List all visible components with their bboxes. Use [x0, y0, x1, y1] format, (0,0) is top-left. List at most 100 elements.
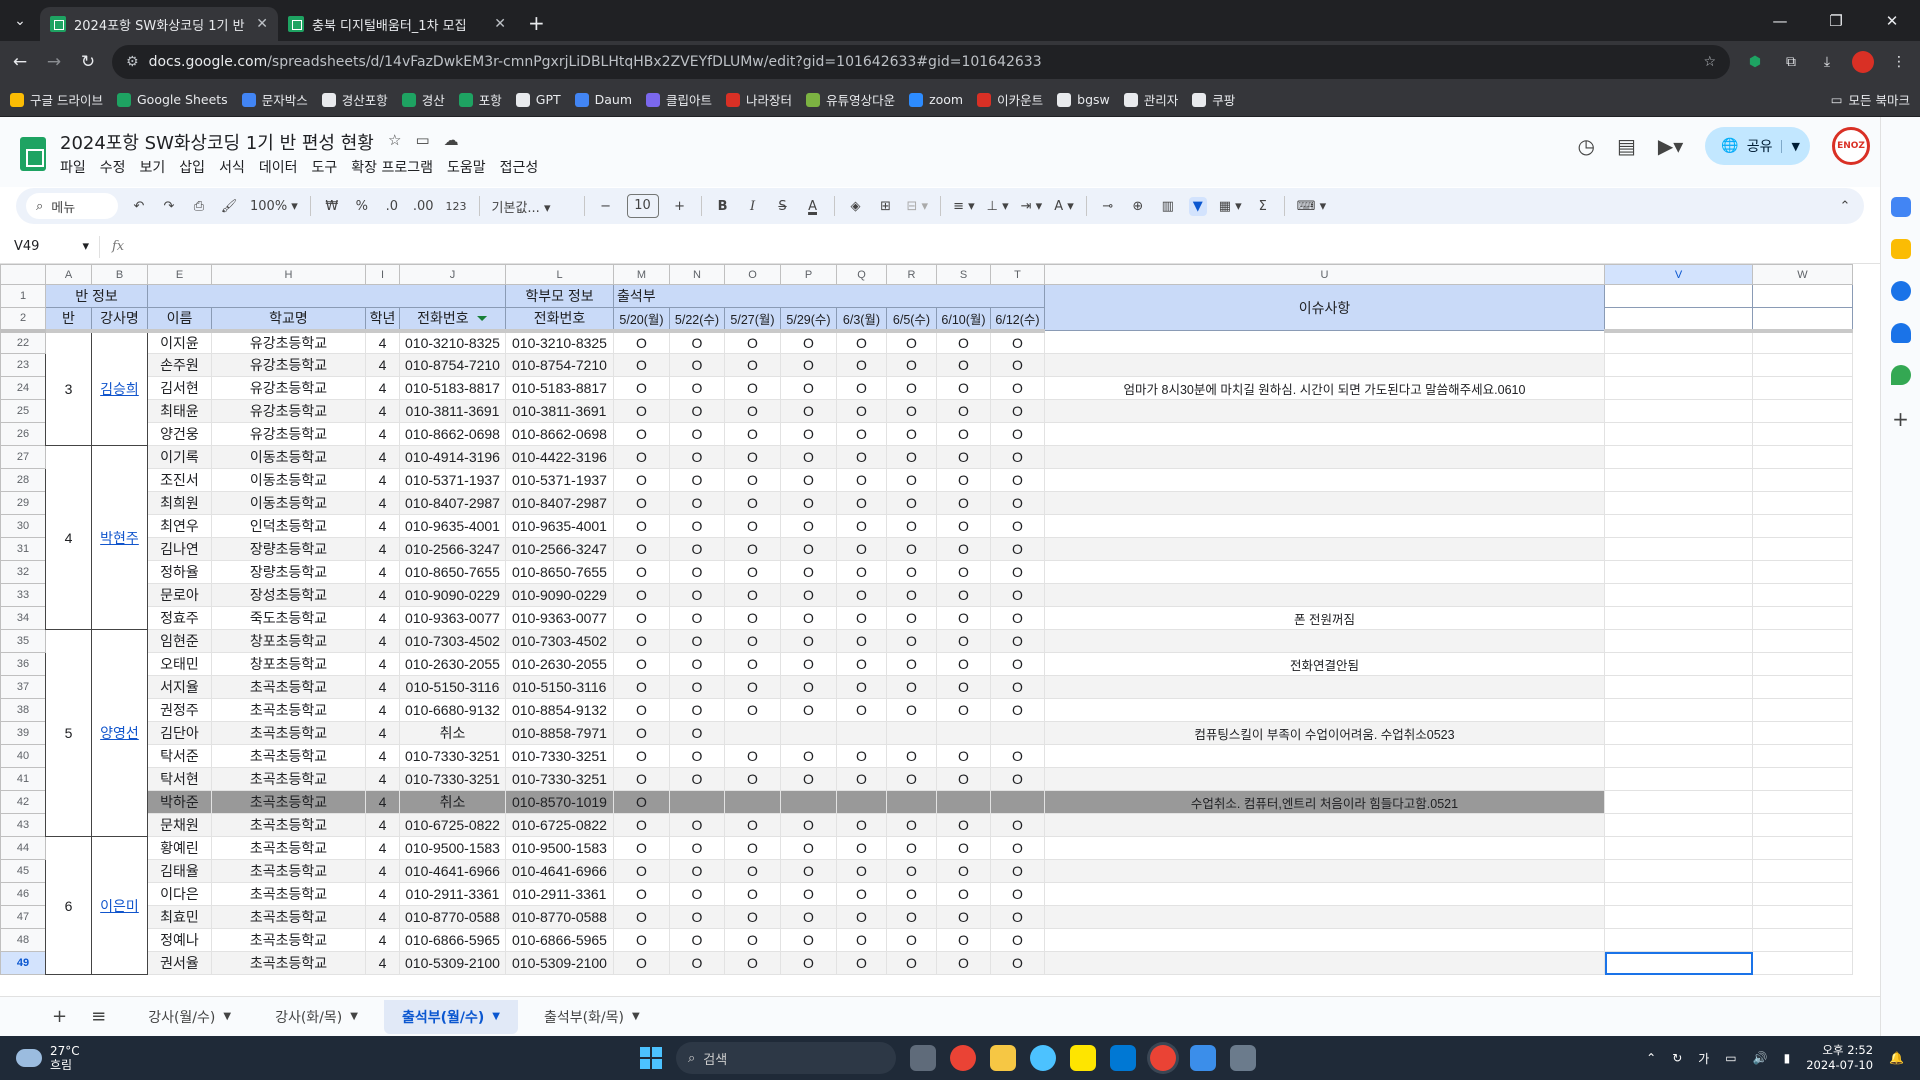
column-header[interactable]: V: [1604, 264, 1753, 285]
attendance-cell[interactable]: O: [836, 514, 887, 538]
row-number[interactable]: 42: [0, 790, 46, 814]
issue-cell[interactable]: [1044, 537, 1605, 561]
issue-cell[interactable]: [1044, 951, 1605, 975]
attendance-cell[interactable]: O: [936, 583, 991, 607]
school-name-cell[interactable]: 초곡초등학교: [211, 882, 366, 906]
strikethrough-button[interactable]: S: [774, 199, 792, 214]
school-name-cell[interactable]: 장성초등학교: [211, 583, 366, 607]
attendance-cell[interactable]: O: [886, 422, 937, 446]
parent-phone-cell[interactable]: 010-8858-7971: [505, 721, 614, 745]
attendance-cell[interactable]: O: [613, 330, 670, 354]
decrease-font-size-icon[interactable]: −: [597, 199, 615, 214]
attendance-cell[interactable]: O: [936, 905, 991, 929]
attendance-cell[interactable]: O: [613, 698, 670, 722]
text-rotation-icon[interactable]: A ▾: [1054, 199, 1074, 214]
increase-font-size-icon[interactable]: +: [671, 199, 689, 214]
student-name-cell[interactable]: 권서율: [147, 951, 212, 975]
parent-phone-cell[interactable]: 010-7330-3251: [505, 767, 614, 791]
attendance-cell[interactable]: O: [936, 468, 991, 492]
column-header[interactable]: U: [1044, 264, 1605, 285]
grade-cell[interactable]: 4: [365, 629, 400, 653]
student-name-cell[interactable]: 문로아: [147, 583, 212, 607]
attendance-cell[interactable]: O: [613, 376, 670, 400]
student-name-cell[interactable]: 양건웅: [147, 422, 212, 446]
formula-input[interactable]: [136, 230, 1880, 263]
attendance-cell[interactable]: O: [990, 376, 1045, 400]
parent-phone-cell[interactable]: 010-3210-8325: [505, 330, 614, 354]
cell[interactable]: [1752, 629, 1853, 653]
attendance-cell[interactable]: O: [936, 353, 991, 377]
forward-icon[interactable]: →: [44, 52, 64, 72]
cell[interactable]: [1604, 307, 1753, 333]
select-all-corner[interactable]: [0, 264, 46, 285]
bookmark-item[interactable]: 유튜영상다운: [806, 90, 895, 109]
attendance-cell[interactable]: O: [990, 330, 1045, 354]
cell[interactable]: [1752, 560, 1853, 584]
column-header[interactable]: M: [613, 264, 670, 285]
attendance-cell[interactable]: O: [669, 836, 725, 860]
attendance-cell[interactable]: O: [724, 491, 781, 515]
bookmark-item[interactable]: 쿠팡: [1192, 90, 1235, 109]
parent-phone-cell[interactable]: 010-2566-3247: [505, 537, 614, 561]
attendance-cell[interactable]: O: [936, 445, 991, 469]
text-wrap-icon[interactable]: ⇥ ▾: [1021, 199, 1043, 214]
student-name-cell[interactable]: 정하율: [147, 560, 212, 584]
file-explorer-icon[interactable]: [990, 1045, 1016, 1071]
row-number[interactable]: 2: [0, 307, 46, 333]
issue-cell[interactable]: 컴퓨팅스킬이 부족이 수업이어려움. 수업취소0523: [1044, 721, 1605, 745]
cell[interactable]: [1604, 813, 1753, 837]
cell[interactable]: [1752, 399, 1853, 423]
issue-cell[interactable]: [1044, 560, 1605, 584]
percent-format-button[interactable]: %: [353, 199, 371, 214]
row-number[interactable]: 38: [0, 698, 46, 722]
attendance-cell[interactable]: O: [780, 928, 837, 952]
cell[interactable]: [1604, 376, 1753, 400]
attendance-cell[interactable]: O: [836, 560, 887, 584]
parent-phone-cell[interactable]: 010-5309-2100: [505, 951, 614, 975]
attendance-cell[interactable]: O: [613, 445, 670, 469]
student-name-cell[interactable]: 정예나: [147, 928, 212, 952]
kakaotalk-icon[interactable]: [1070, 1045, 1096, 1071]
attendance-cell[interactable]: O: [886, 928, 937, 952]
issue-cell[interactable]: [1044, 629, 1605, 653]
school-name-cell[interactable]: 유강초등학교: [211, 376, 366, 400]
attendance-cell[interactable]: O: [886, 491, 937, 515]
attendance-cell[interactable]: O: [990, 537, 1045, 561]
attendance-cell[interactable]: O: [990, 767, 1045, 791]
attendance-cell[interactable]: O: [613, 652, 670, 676]
attendance-cell[interactable]: O: [836, 813, 887, 837]
row-number[interactable]: 39: [0, 721, 46, 745]
more-formats-button[interactable]: 123: [446, 200, 467, 213]
volume-icon[interactable]: 🔊: [1753, 1051, 1768, 1065]
school-name-cell[interactable]: 초곡초등학교: [211, 721, 366, 745]
attendance-cell[interactable]: O: [990, 675, 1045, 699]
phone-cell[interactable]: 010-2566-3247: [399, 537, 506, 561]
filter-views-icon[interactable]: ▦ ▾: [1219, 199, 1242, 214]
attendance-cell[interactable]: O: [836, 537, 887, 561]
school-name-cell[interactable]: 초곡초등학교: [211, 836, 366, 860]
bookmark-item[interactable]: 구글 드라이브: [10, 90, 103, 109]
parent-phone-cell[interactable]: 010-8770-0588: [505, 905, 614, 929]
attendance-cell[interactable]: O: [780, 698, 837, 722]
attendance-cell[interactable]: O: [780, 560, 837, 584]
attendance-cell[interactable]: O: [990, 652, 1045, 676]
attendance-cell[interactable]: O: [724, 376, 781, 400]
insert-comment-icon[interactable]: ⊕: [1129, 199, 1147, 214]
parent-phone-cell[interactable]: 010-8662-0698: [505, 422, 614, 446]
attendance-cell[interactable]: O: [836, 675, 887, 699]
grade-cell[interactable]: 4: [365, 698, 400, 722]
attendance-cell[interactable]: O: [990, 445, 1045, 469]
school-name-cell[interactable]: 인덕초등학교: [211, 514, 366, 538]
phone-cell[interactable]: 010-3210-8325: [399, 330, 506, 354]
cell[interactable]: [1604, 951, 1753, 975]
grade-cell[interactable]: 4: [365, 928, 400, 952]
school-name-cell[interactable]: 초곡초등학교: [211, 767, 366, 791]
attendance-cell[interactable]: O: [936, 859, 991, 883]
row-number[interactable]: 22: [0, 330, 46, 354]
attendance-cell[interactable]: O: [613, 422, 670, 446]
row-number[interactable]: 36: [0, 652, 46, 676]
phone-cell[interactable]: 010-9090-0229: [399, 583, 506, 607]
column-header[interactable]: R: [886, 264, 937, 285]
cell[interactable]: [1752, 859, 1853, 883]
column-header[interactable]: H: [211, 264, 366, 285]
